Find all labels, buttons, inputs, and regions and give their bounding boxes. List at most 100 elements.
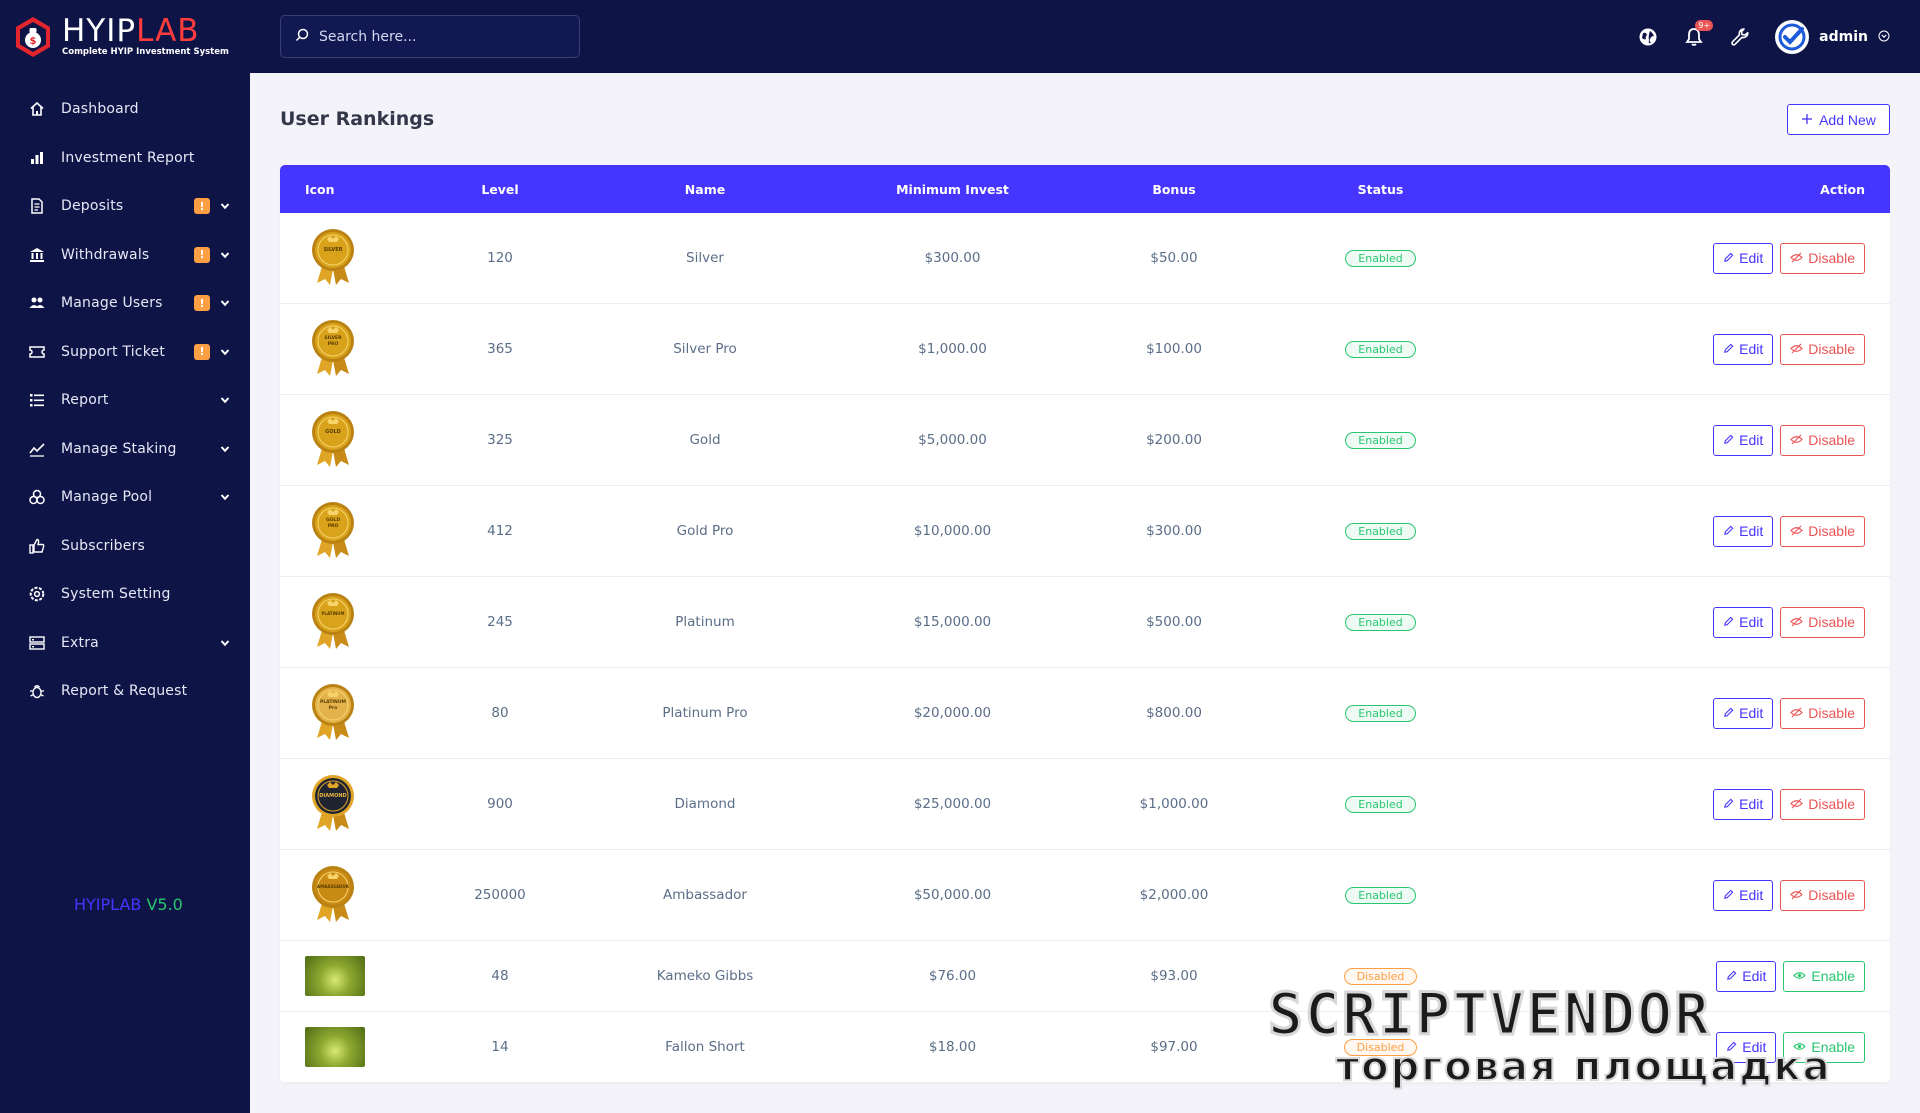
- edit-button[interactable]: Edit: [1713, 424, 1774, 456]
- edit-button[interactable]: Edit: [1713, 606, 1774, 638]
- sidebar-item-report-and-request[interactable]: Report & Request: [0, 667, 250, 716]
- rank-name: Platinum: [675, 614, 735, 630]
- eye-off-icon: [1790, 250, 1804, 266]
- topbar-actions: 9+ admin: [1637, 0, 1890, 73]
- bar-chart-icon: [28, 149, 46, 167]
- rank-medal-icon: SILVER: [305, 229, 361, 291]
- rank-icon-cell: DIAMOND: [280, 771, 450, 837]
- sidebar-item-dashboard[interactable]: Dashboard: [0, 85, 250, 134]
- pencil-icon: [1723, 614, 1734, 630]
- version-label: HYIPLAB V5.0: [74, 895, 183, 914]
- avatar: [1775, 19, 1810, 54]
- edit-button[interactable]: Edit: [1713, 879, 1774, 911]
- svg-text:PLATINUM: PLATINUM: [321, 611, 344, 616]
- users-icon: [28, 294, 46, 312]
- edit-label: Edit: [1739, 614, 1764, 630]
- rank-bonus: $100.00: [1146, 341, 1202, 357]
- enable-button[interactable]: Enable: [1783, 960, 1865, 992]
- rank-bonus: $200.00: [1146, 432, 1202, 448]
- bell-icon[interactable]: 9+: [1683, 19, 1714, 48]
- sidebar-item-manage-staking[interactable]: Manage Staking: [0, 425, 250, 474]
- chevron-down-icon: [220, 638, 230, 648]
- rank-name: Kameko Gibbs: [656, 968, 754, 984]
- sidebar-item-support-ticket[interactable]: Support Ticket!: [0, 328, 250, 377]
- sidebar-item-deposits[interactable]: Deposits!: [0, 182, 250, 231]
- sidebar-item-investment-report[interactable]: Investment Report: [0, 134, 250, 183]
- header-action: Action: [1820, 181, 1865, 197]
- eye-off-icon: [1790, 523, 1804, 539]
- enable-button[interactable]: Enable: [1783, 1031, 1865, 1063]
- rank-minimum-invest: $300.00: [924, 250, 981, 266]
- action-cell: Edit Disable: [1458, 515, 1890, 547]
- sidebar-item-subscribers[interactable]: Subscribers: [0, 522, 250, 571]
- svg-text:$: $: [30, 36, 37, 47]
- add-new-button[interactable]: Add New: [1787, 104, 1890, 135]
- eye-off-icon: [1790, 341, 1804, 357]
- chevron-down-icon: [220, 347, 230, 357]
- table-header: Icon Level Name Minimum Invest Bonus Sta…: [280, 165, 1890, 213]
- chevron-down-icon: [220, 298, 230, 308]
- sidebar-item-withdrawals[interactable]: Withdrawals!: [0, 231, 250, 280]
- eye-off-icon: [1790, 796, 1804, 812]
- header-level: Level: [481, 181, 519, 197]
- search-icon: [295, 27, 309, 46]
- table-row: PLATINUM Pro 80 Platinum Pro $20,000.00 $800.…: [280, 668, 1890, 759]
- table-row: PLATINUM 245 Platinum $15,000.00 $500.00 Enab…: [280, 577, 1890, 668]
- disable-button[interactable]: Disable: [1780, 697, 1865, 729]
- status-badge: Disabled: [1343, 967, 1418, 985]
- toggle-label: Disable: [1808, 432, 1855, 448]
- action-cell: Edit Enable: [1458, 960, 1890, 992]
- disable-button[interactable]: Disable: [1780, 424, 1865, 456]
- edit-button[interactable]: Edit: [1713, 697, 1774, 729]
- rank-bonus: $1,000.00: [1139, 796, 1209, 812]
- brand-tagline: Complete HYIP Investment System: [62, 47, 229, 57]
- rank-bonus: $2,000.00: [1139, 887, 1209, 903]
- wrench-icon[interactable]: [1729, 26, 1751, 48]
- edit-button[interactable]: Edit: [1713, 788, 1774, 820]
- chevron-down-icon: [220, 250, 230, 260]
- edit-button[interactable]: Edit: [1713, 333, 1774, 365]
- sidebar-item-system-setting[interactable]: System Setting: [0, 570, 250, 619]
- chevron-down-icon: [220, 492, 230, 502]
- status-badge: Disabled: [1343, 1038, 1418, 1056]
- sidebar-item-manage-users[interactable]: Manage Users!: [0, 279, 250, 328]
- admin-menu[interactable]: admin: [1775, 19, 1890, 54]
- rank-icon-cell: GOLD: [280, 407, 450, 473]
- rank-name: Gold Pro: [676, 523, 734, 539]
- sidebar-item-label: Manage Users: [61, 295, 163, 312]
- pencil-icon: [1723, 705, 1734, 721]
- table-row: GOLD PRO 412 Gold Pro $10,000.00 $300.00 Enabl…: [280, 486, 1890, 577]
- rank-name: Diamond: [674, 796, 736, 812]
- plus-icon: [1801, 112, 1813, 128]
- topbar: 9+ admin: [250, 0, 1920, 73]
- sidebar-item-report[interactable]: Report: [0, 376, 250, 425]
- status-badge: Enabled: [1345, 795, 1416, 813]
- edit-button[interactable]: Edit: [1713, 242, 1774, 274]
- search-box[interactable]: [280, 15, 580, 58]
- table-row: SILVER 120 Silver $300.00 $50.00 Enabled Edit D…: [280, 213, 1890, 304]
- chevron-down-icon: [220, 444, 230, 454]
- search-input[interactable]: [319, 28, 559, 45]
- disable-button[interactable]: Disable: [1780, 333, 1865, 365]
- pencil-icon: [1723, 523, 1734, 539]
- rank-name: Silver: [686, 250, 724, 266]
- chevron-down-icon: [220, 395, 230, 405]
- sidebar-item-manage-pool[interactable]: Manage Pool: [0, 473, 250, 522]
- edit-button[interactable]: Edit: [1716, 960, 1777, 992]
- disable-button[interactable]: Disable: [1780, 606, 1865, 638]
- status-cell: Enabled: [1303, 886, 1458, 904]
- edit-button[interactable]: Edit: [1716, 1031, 1777, 1063]
- edit-button[interactable]: Edit: [1713, 515, 1774, 547]
- globe-icon[interactable]: [1637, 26, 1659, 48]
- eye-off-icon: [1790, 614, 1804, 630]
- status-badge: Enabled: [1345, 522, 1416, 540]
- brand-logo[interactable]: $ HYIPLAB Complete HYIP Investment Syste…: [0, 0, 250, 73]
- disable-button[interactable]: Disable: [1780, 788, 1865, 820]
- edit-label: Edit: [1739, 432, 1764, 448]
- disable-button[interactable]: Disable: [1780, 879, 1865, 911]
- list-icon: [28, 391, 46, 409]
- sidebar-item-extra[interactable]: Extra: [0, 619, 250, 668]
- disable-button[interactable]: Disable: [1780, 515, 1865, 547]
- disable-button[interactable]: Disable: [1780, 242, 1865, 274]
- coins-icon: [28, 488, 46, 506]
